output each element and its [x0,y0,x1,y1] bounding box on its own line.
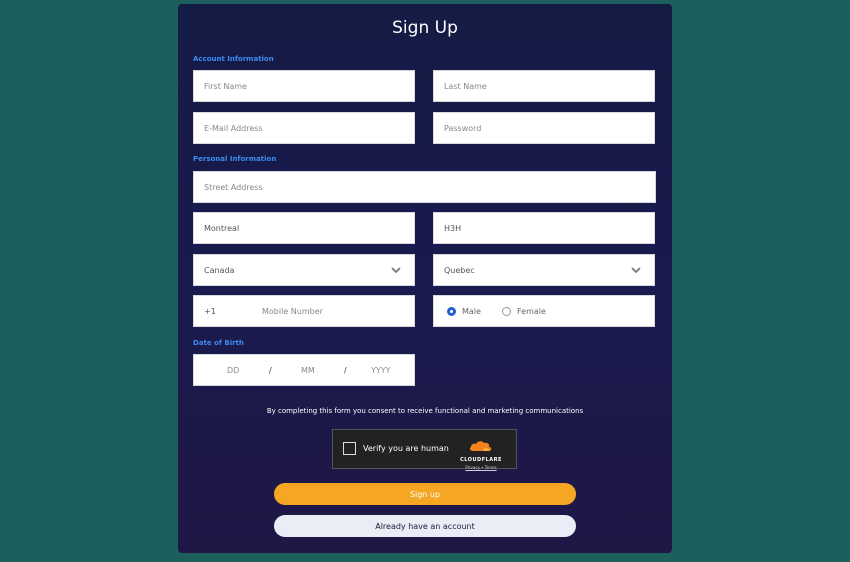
country-value: Canada [204,266,235,275]
gender-female-option[interactable]: Female [502,305,546,317]
province-select[interactable]: Quebec [433,254,655,286]
password-input[interactable] [434,113,654,143]
dob-day[interactable]: DD [227,366,239,375]
dob-field[interactable]: DD / MM / YYYY [193,354,415,386]
cloudflare-logo: CLOUDFLARE Privacy • Terms [454,437,508,470]
captcha-checkbox[interactable] [343,442,356,455]
password-field[interactable] [433,112,655,144]
captcha-widget: Verify you are human CLOUDFLARE Privacy … [332,429,517,470]
gender-field: Male Female [433,295,655,327]
phone-prefix[interactable]: +1 [204,307,216,316]
city-field[interactable] [193,212,415,244]
login-button[interactable]: Already have an account [274,515,576,537]
dob-month[interactable]: MM [301,366,315,375]
dob-year[interactable]: YYYY [371,366,391,375]
section-dob-label: Date of Birth [193,339,244,347]
province-value: Quebec [444,266,475,275]
cloud-icon [469,441,492,451]
captcha-label: Verify you are human [363,444,449,453]
last-name-field[interactable] [433,70,655,102]
signup-button[interactable]: Sign up [274,483,576,505]
dob-separator: / [269,366,272,375]
consent-text: By completing this form you consent to r… [266,407,584,415]
page-title: Sign Up [392,18,458,38]
dob-separator: / [344,366,347,375]
first-name-field[interactable] [193,70,415,102]
section-personal-label: Personal Information [193,155,277,163]
country-select[interactable]: Canada [193,254,415,286]
postal-code-input[interactable] [434,213,654,243]
signup-panel: Sign Up Account Information Personal Inf… [178,4,672,553]
street-input[interactable] [194,172,655,202]
radio-male[interactable] [447,306,456,316]
street-field[interactable] [193,171,656,203]
email-input[interactable] [194,113,414,143]
gender-male-label: Male [462,306,481,316]
postal-code-field[interactable] [433,212,655,244]
city-input[interactable] [194,213,414,243]
section-account-label: Account Information [193,55,274,63]
first-name-input[interactable] [194,71,414,101]
email-field[interactable] [193,112,415,144]
gender-male-option[interactable]: Male [447,305,481,317]
cloudflare-wordmark: CLOUDFLARE [460,457,502,463]
captcha-links[interactable]: Privacy • Terms [454,465,508,470]
chevron-down-icon [391,267,401,274]
mobile-field[interactable]: +1 [193,295,472,327]
last-name-input[interactable] [434,71,654,101]
chevron-down-icon [631,267,641,274]
radio-female[interactable] [502,306,511,316]
gender-female-label: Female [517,306,546,316]
